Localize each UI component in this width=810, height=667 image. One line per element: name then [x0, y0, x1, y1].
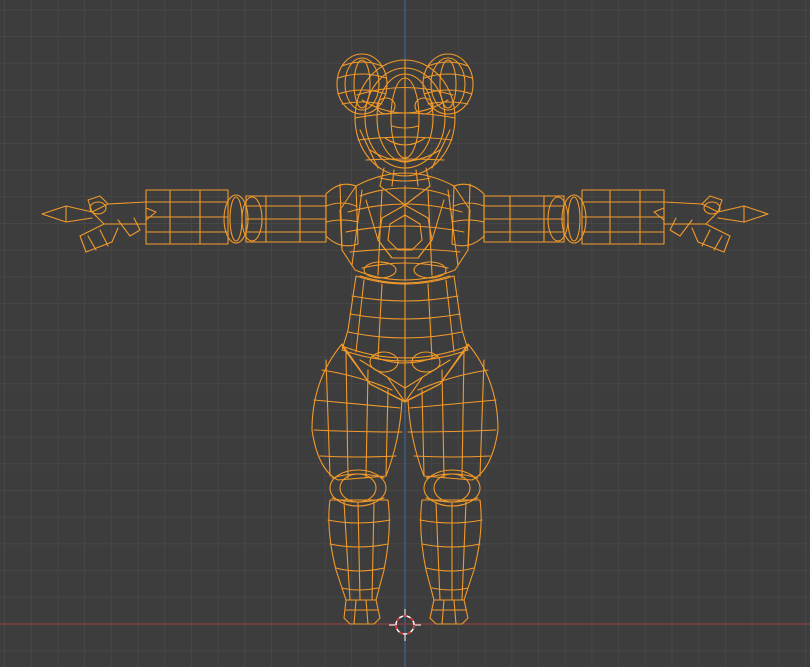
right-knee[interactable] — [423, 469, 481, 507]
right-shin[interactable] — [419, 499, 483, 601]
left-shin[interactable] — [327, 499, 391, 601]
3d-viewport[interactable] — [0, 0, 810, 667]
right-upper-arm[interactable] — [483, 195, 565, 243]
left-shoulder[interactable] — [325, 183, 359, 249]
left-foot[interactable] — [343, 599, 381, 625]
right-foot[interactable] — [429, 599, 469, 625]
torso[interactable] — [339, 172, 471, 284]
right-shoulder[interactable] — [451, 183, 485, 249]
left-forearm[interactable] — [145, 189, 229, 245]
abdomen[interactable] — [341, 275, 469, 363]
left-thigh[interactable] — [311, 343, 403, 481]
left-knee[interactable] — [329, 469, 387, 507]
viewport-canvas[interactable] — [0, 0, 810, 667]
right-thigh[interactable] — [407, 343, 499, 481]
right-forearm[interactable] — [581, 189, 665, 245]
left-upper-arm[interactable] — [245, 195, 327, 243]
